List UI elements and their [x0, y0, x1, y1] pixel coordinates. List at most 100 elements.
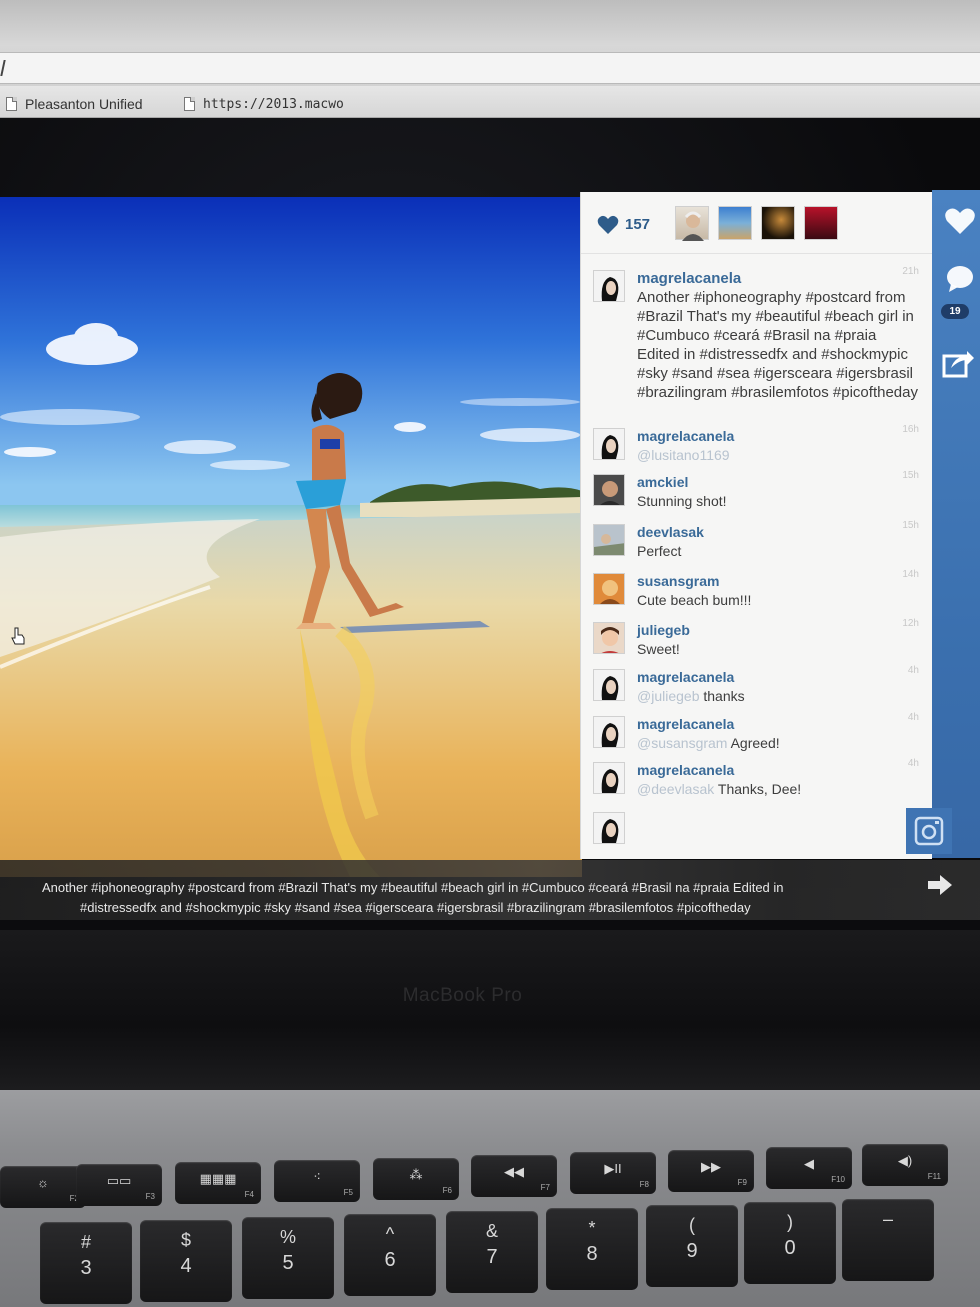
page-icon — [6, 97, 17, 111]
comments-panel: 157 magrelacanela 21h Another #iphoneogr… — [580, 192, 932, 859]
avatar[interactable] — [593, 812, 625, 844]
share-icon[interactable] — [941, 346, 975, 380]
browser-title-strip — [0, 0, 980, 46]
comment-username[interactable]: amckiel — [637, 474, 688, 490]
number-key[interactable]: $4 — [140, 1220, 232, 1302]
function-key-glyph: ▦▦▦ — [199, 1171, 237, 1186]
liker-avatar[interactable] — [761, 206, 795, 240]
liker-avatar[interactable] — [804, 206, 838, 240]
avatar[interactable] — [593, 474, 625, 506]
comment-time: 4h — [907, 758, 919, 769]
avatar[interactable] — [593, 622, 625, 654]
bookmark-label: Pleasanton Unified — [25, 96, 143, 112]
caption-text: Another #iphoneography #postcard from #B… — [637, 289, 918, 401]
number-key[interactable]: (9 — [646, 1205, 738, 1287]
function-key-label: F10 — [831, 1175, 845, 1184]
comment-username[interactable]: magrelacanela — [637, 762, 734, 778]
instagram-button[interactable] — [906, 808, 952, 854]
comment-text: Cute beach bum!!! — [637, 591, 917, 609]
function-key-glyph: ◀ — [804, 1156, 814, 1171]
comment-username[interactable]: deevlasak — [637, 524, 704, 540]
liker-avatar[interactable] — [675, 206, 709, 241]
key-digit: 5 — [282, 1252, 294, 1274]
comment-body: Thanks, Dee! — [714, 781, 802, 797]
function-key[interactable]: ◀ F10 — [766, 1147, 852, 1189]
next-arrow-icon[interactable] — [926, 873, 954, 897]
function-key[interactable]: ▦▦▦ F4 — [175, 1162, 261, 1204]
heart-icon[interactable] — [597, 215, 619, 235]
avatar[interactable] — [593, 573, 625, 605]
number-key[interactable]: & 7 — [446, 1211, 538, 1293]
function-key[interactable]: ☼ F2 — [0, 1166, 86, 1208]
bookmark-pleasanton-unified[interactable]: Pleasanton Unified — [6, 94, 143, 114]
function-key-label: F9 — [737, 1178, 747, 1187]
comment-time: 16h — [902, 424, 919, 435]
bookmarks-bar — [0, 86, 980, 118]
key-symbol: – — [882, 1209, 893, 1229]
comment-text: Sweet! — [637, 640, 917, 658]
key-digit: 6 — [384, 1249, 396, 1271]
comment-username[interactable]: magrelacanela — [637, 428, 734, 444]
number-key[interactable]: ^ 6 — [344, 1214, 436, 1296]
function-key[interactable]: ▶II F8 — [570, 1152, 656, 1194]
avatar[interactable] — [593, 762, 625, 794]
comment-text: @susansgram Agreed! — [637, 734, 917, 752]
comment-time: 4h — [907, 712, 919, 723]
comment-username[interactable]: susansgram — [637, 573, 719, 589]
key-digit: 7 — [486, 1246, 498, 1268]
comment-time: 15h — [902, 520, 919, 531]
number-key[interactable]: ) 0 — [744, 1202, 836, 1284]
key-symbol: ( — [689, 1215, 695, 1235]
number-key[interactable]: * 8 — [546, 1208, 638, 1290]
number-key[interactable]: % 5 — [242, 1217, 334, 1299]
key-symbol: * — [588, 1218, 596, 1238]
bookmark-macworld[interactable]: https://2013.macwo — [184, 94, 344, 114]
function-key[interactable]: ▶▶ F9 — [668, 1150, 754, 1192]
avatar[interactable] — [593, 524, 625, 556]
address-bar[interactable] — [0, 52, 980, 84]
function-key-label: F8 — [639, 1180, 649, 1189]
comment-body: Perfect — [637, 543, 682, 559]
like-heart-icon[interactable] — [943, 204, 977, 238]
function-key[interactable]: ⁂ F6 — [373, 1158, 459, 1200]
avatar[interactable] — [593, 270, 625, 302]
comment-count-badge: 19 — [941, 304, 969, 319]
comment-mention[interactable]: @juliegeb — [637, 688, 699, 704]
avatar[interactable] — [593, 669, 625, 701]
number-key[interactable]: #3 — [40, 1222, 132, 1304]
comment-mention[interactable]: @lusitano1169 — [637, 447, 730, 463]
comment-time: 4h — [907, 665, 919, 676]
function-key-label: F7 — [540, 1183, 550, 1192]
comment-mention[interactable]: @deevlasak — [637, 781, 714, 797]
likes-count[interactable]: 157 — [625, 216, 650, 233]
comment-username[interactable]: magrelacanela — [637, 669, 734, 685]
likes-row: 157 — [581, 192, 932, 254]
key-digit: 0 — [784, 1237, 796, 1259]
beach-photo-image — [0, 197, 582, 877]
key-digit: 8 — [586, 1243, 598, 1265]
bottom-caption-line-1: Another #iphoneography #postcard from #B… — [42, 880, 784, 895]
function-key[interactable]: ▭▭ F3 — [76, 1164, 162, 1206]
function-key[interactable]: ⁖ F5 — [274, 1160, 360, 1202]
key-symbol: % — [279, 1227, 296, 1247]
comment-text: @lusitano1169 — [637, 446, 917, 464]
comment-username[interactable]: magrelacanela — [637, 716, 734, 732]
avatar[interactable] — [593, 716, 625, 748]
function-key-glyph: ◀) — [897, 1153, 913, 1168]
comment-username[interactable]: magrelacanela — [637, 270, 741, 287]
avatar[interactable] — [593, 428, 625, 460]
function-key[interactable]: ◀◀ F7 — [471, 1155, 557, 1197]
comment-mention[interactable]: @susansgram — [637, 735, 727, 751]
comment-username[interactable]: juliegeb — [637, 622, 690, 638]
comment-time: 14h — [902, 569, 919, 580]
liker-avatar[interactable] — [718, 206, 752, 240]
comment-text: Stunning shot! — [637, 492, 917, 510]
function-key[interactable]: ◀) F11 — [862, 1144, 948, 1186]
function-key-glyph: ◀◀ — [504, 1164, 524, 1179]
comment-bubble-icon[interactable] — [943, 262, 977, 296]
post-photo[interactable] — [0, 197, 582, 877]
number-key[interactable]: – — [842, 1199, 934, 1281]
comment-body: Stunning shot! — [637, 493, 727, 509]
function-key-label: F5 — [343, 1188, 353, 1197]
comment-body: thanks — [699, 688, 745, 704]
